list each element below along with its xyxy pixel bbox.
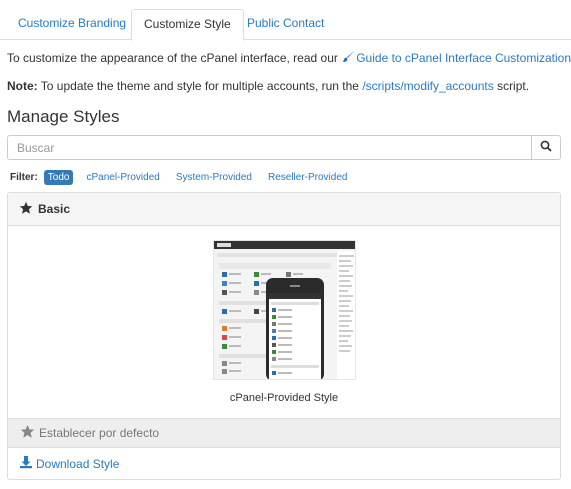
set-default-button[interactable]: Establecer por defecto <box>8 418 560 448</box>
note-text: Note: To update the theme and style for … <box>7 79 530 93</box>
search-input[interactable] <box>7 135 532 160</box>
style-title: Basic <box>38 202 71 216</box>
style-caption: cPanel-Provided Style <box>229 392 339 404</box>
filter-todo[interactable]: Todo <box>43 170 74 185</box>
filter-system-provided[interactable]: System-Provided <box>176 172 252 183</box>
page-title: Manage Styles <box>7 107 120 126</box>
style-card: Basic cPanel-Provided Style Establecer p… <box>7 192 561 480</box>
filter-bar: Filter: Todo cPanel-Provided System-Prov… <box>10 170 363 185</box>
tab-customize-style[interactable]: Customize Style <box>131 9 244 41</box>
download-style-link[interactable]: Download Style <box>19 455 119 472</box>
tab-public-contact[interactable]: Public Contact <box>235 9 336 40</box>
filter-reseller-provided[interactable]: Reseller-Provided <box>268 172 347 183</box>
set-default-label: Establecer por defecto <box>39 426 160 440</box>
star-icon <box>19 201 33 218</box>
search-bar <box>7 135 561 160</box>
guide-link[interactable]: Guide to cPanel Interface Customization <box>341 51 571 65</box>
download-style-label: Download Style <box>36 456 120 471</box>
tab-bar: Customize Branding Customize Style Publi… <box>0 0 571 41</box>
download-icon <box>19 455 33 472</box>
tab-customize-branding[interactable]: Customize Branding <box>6 9 138 40</box>
search-icon <box>540 140 552 155</box>
style-preview-image[interactable] <box>213 240 356 380</box>
style-card-header: Basic <box>8 193 560 226</box>
filter-label: Filter: <box>10 172 38 183</box>
search-button[interactable] <box>531 135 561 160</box>
modify-accounts-link[interactable]: /scripts/modify_accounts <box>362 79 493 93</box>
intro-text: To customize the appearance of the cPane… <box>7 51 571 65</box>
star-icon <box>20 424 35 442</box>
paint-brush-icon <box>341 50 355 64</box>
filter-cpanel-provided[interactable]: cPanel-Provided <box>86 172 159 183</box>
